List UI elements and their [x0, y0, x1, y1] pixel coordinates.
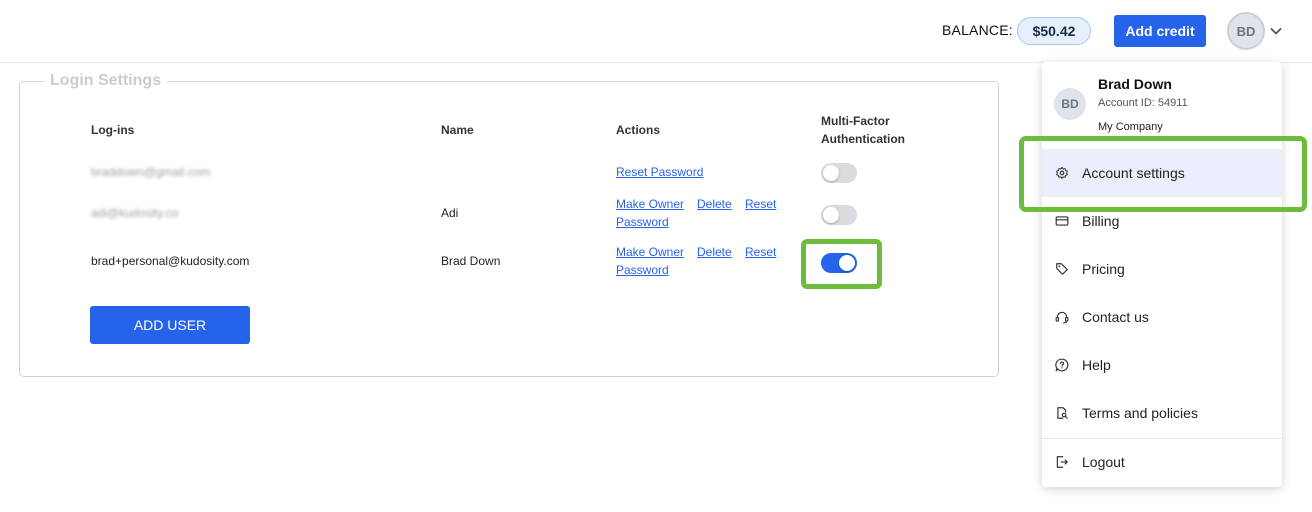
menu-item-label: Help [1082, 357, 1111, 373]
row-2-reset-link[interactable]: Reset [745, 195, 776, 213]
tag-icon [1054, 261, 1070, 277]
row-1-mfa-toggle[interactable] [821, 163, 857, 183]
account-dropdown-menu: BD Brad Down Account ID: 54911 My Compan… [1042, 62, 1282, 487]
toggle-knob [823, 207, 839, 223]
menu-item-label: Contact us [1082, 309, 1149, 325]
logout-icon [1054, 454, 1070, 470]
menu-item-contact-us[interactable]: Contact us [1042, 293, 1282, 341]
column-header-mfa-line2: Authentication [821, 132, 905, 146]
account-settings-highlight [1019, 136, 1307, 212]
menu-user-name: Brad Down [1098, 76, 1172, 92]
menu-account-id: Account ID: 54911 [1098, 97, 1188, 109]
toggle-knob [823, 165, 839, 181]
menu-avatar: BD [1054, 88, 1086, 120]
row-3-reset-link[interactable]: Reset [745, 243, 776, 261]
column-header-name: Name [441, 123, 474, 137]
menu-item-pricing[interactable]: Pricing [1042, 245, 1282, 293]
column-header-actions: Actions [616, 123, 661, 137]
mfa-toggle-highlight [801, 239, 882, 289]
help-icon [1054, 357, 1070, 373]
add-credit-button[interactable]: Add credit [1114, 15, 1206, 47]
row-2-make-owner-link[interactable]: Make Owner [616, 195, 684, 213]
row-3-name: Brad Down [441, 254, 501, 268]
menu-item-label: Terms and policies [1082, 405, 1198, 421]
user-avatar-button[interactable]: BD [1227, 12, 1265, 50]
add-user-button[interactable]: ADD USER [90, 306, 250, 344]
menu-company: My Company [1098, 121, 1163, 133]
menu-item-label: Billing [1082, 213, 1120, 229]
login-settings-title: Login Settings [44, 72, 168, 90]
headset-icon [1054, 309, 1070, 325]
menu-item-label: Pricing [1082, 261, 1125, 277]
column-header-logins: Log-ins [91, 123, 135, 137]
chevron-down-icon[interactable] [1269, 24, 1283, 38]
row-2-delete-link[interactable]: Delete [697, 195, 732, 213]
row-1-reset-password-link[interactable]: Reset Password [616, 163, 703, 181]
column-header-mfa-line1: Multi-Factor [821, 114, 890, 128]
row-2-mfa-toggle[interactable] [821, 205, 857, 225]
row-2-name: Adi [441, 206, 459, 220]
row-1-login: braddown@gmail.com [91, 165, 211, 179]
row-3-delete-link[interactable]: Delete [697, 243, 732, 261]
credit-card-icon [1054, 213, 1070, 229]
document-search-icon [1054, 405, 1070, 421]
menu-item-label: Logout [1082, 454, 1125, 470]
row-2-password-link[interactable]: Password [616, 213, 669, 231]
row-3-make-owner-link[interactable]: Make Owner [616, 243, 684, 261]
row-2-login: adi@kudosity.co [91, 206, 179, 220]
balance-label: BALANCE: [942, 22, 1013, 38]
row-3-login: brad+personal@kudosity.com [91, 254, 250, 268]
menu-item-terms-and-policies[interactable]: Terms and policies [1042, 389, 1282, 437]
balance-value: $50.42 [1017, 17, 1091, 45]
menu-item-help[interactable]: Help [1042, 341, 1282, 389]
row-3-password-link[interactable]: Password [616, 261, 669, 279]
menu-item-logout[interactable]: Logout [1042, 438, 1282, 486]
